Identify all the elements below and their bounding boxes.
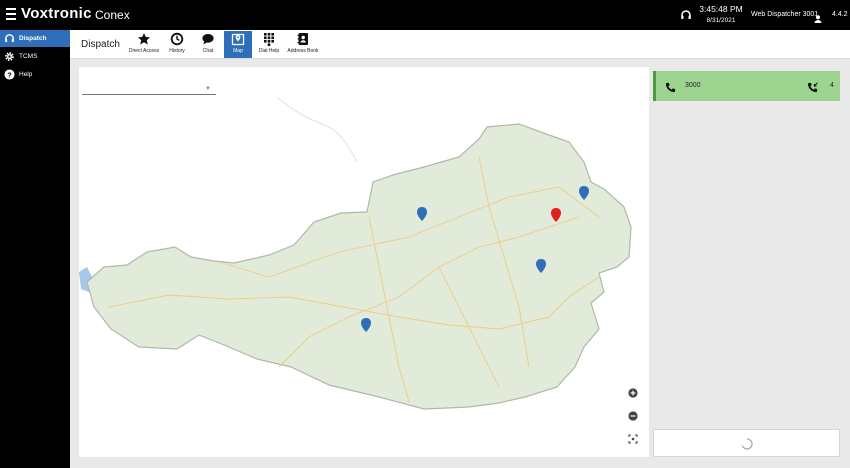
map-panel[interactable]: ▼: [79, 67, 649, 457]
fit-screen-icon: [628, 434, 638, 444]
map-label: Map: [233, 48, 243, 54]
sidebar: Dispatch TCMS ? Help: [0, 30, 70, 468]
user-icon[interactable]: [814, 10, 822, 28]
help-icon: ?: [4, 69, 15, 80]
chat-icon: [202, 33, 214, 45]
map-icon: [231, 33, 245, 46]
sidebar-item-help[interactable]: ? Help: [0, 66, 70, 83]
star-icon: [138, 33, 150, 45]
minus-icon: [628, 411, 638, 421]
status-box: [653, 429, 840, 457]
chat-button[interactable]: Chat: [195, 31, 221, 58]
map-layer-select[interactable]: ▼: [82, 82, 216, 95]
sidebar-item-dispatch[interactable]: Dispatch: [0, 30, 70, 47]
map-button[interactable]: Map: [224, 31, 252, 58]
zoom-out-button[interactable]: [628, 408, 638, 426]
phone-icon: [665, 80, 676, 98]
call-count: 4: [830, 82, 834, 89]
top-bar: Voxtronic Conex 3:45:48 PM 8/31/2021 Web…: [0, 0, 850, 30]
headset-icon: [4, 33, 15, 44]
address-book-button[interactable]: Address Book: [285, 31, 321, 58]
svg-text:?: ?: [7, 70, 12, 79]
history-button[interactable]: History: [164, 31, 190, 58]
country-shape: [86, 123, 632, 410]
loading-spinner-icon: [741, 437, 753, 455]
product-name: Conex: [95, 8, 130, 22]
chevron-down-icon: ▼: [205, 86, 211, 92]
chat-label: Chat: [202, 48, 214, 54]
call-entry[interactable]: 3000 4: [653, 71, 840, 101]
sidebar-item-label: Help: [19, 71, 33, 78]
dial-help-label: Dial Help: [258, 48, 280, 54]
clock-icon: [170, 32, 184, 46]
map-border-line: [276, 96, 358, 163]
clock-date: 8/31/2021: [706, 17, 736, 24]
map-canvas[interactable]: [79, 67, 649, 457]
clock-time: 3:45:48 PM: [699, 4, 743, 14]
page-title: Dispatch: [81, 39, 120, 50]
history-label: History: [169, 48, 185, 54]
sidebar-item-tcms[interactable]: TCMS: [0, 48, 70, 65]
dial-help-button[interactable]: Dial Help: [255, 31, 283, 58]
menu-icon[interactable]: [6, 8, 16, 20]
keypad-icon: [264, 33, 274, 46]
clock: 3:45:48 PM 8/31/2021: [698, 4, 744, 24]
plus-icon: [628, 388, 638, 398]
call-number: 3000: [685, 82, 701, 89]
sidebar-item-label: TCMS: [19, 53, 38, 60]
zoom-in-button[interactable]: [628, 385, 638, 403]
sidebar-item-label: Dispatch: [19, 35, 47, 42]
brand-logo: Voxtronic: [21, 5, 92, 22]
address-book-icon: [297, 33, 308, 45]
fit-extent-button[interactable]: [628, 431, 638, 449]
direct-access-label: Direct Access: [128, 48, 160, 54]
toolbar: Dispatch Direct Access History Chat Map …: [70, 30, 850, 59]
direct-access-button[interactable]: Direct Access: [126, 31, 162, 58]
gear-icon: [4, 51, 15, 62]
user-name[interactable]: Web Dispatcher 3001: [751, 11, 818, 18]
address-book-label: Address Book: [287, 48, 319, 54]
incoming-call-icon: [807, 80, 819, 98]
headset-icon[interactable]: [680, 8, 692, 26]
version-label: 4.4.2: [832, 11, 848, 18]
